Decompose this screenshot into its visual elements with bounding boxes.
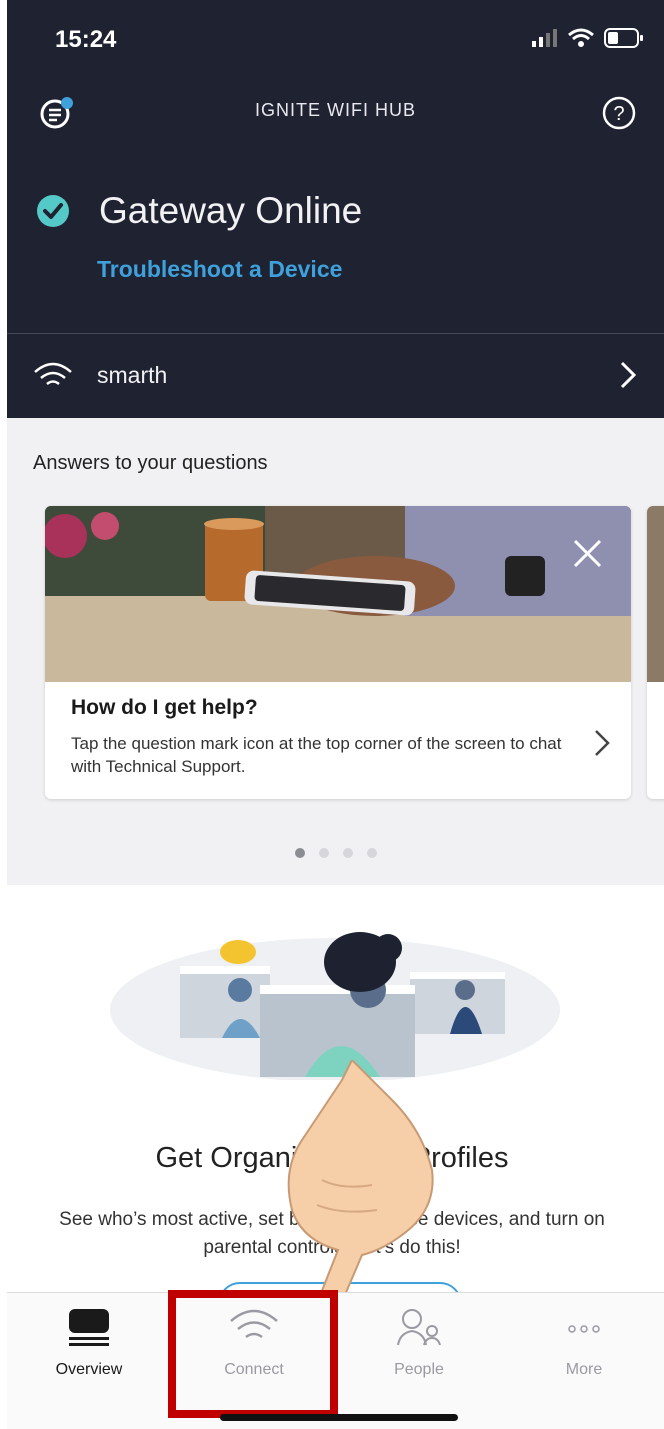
tab-overview[interactable]: Overview: [7, 1293, 171, 1403]
tab-label: More: [565, 1361, 603, 1378]
network-name: smarth: [97, 362, 168, 388]
tab-label: Overview: [55, 1361, 123, 1378]
home-indicator: [220, 1414, 458, 1421]
network-row[interactable]: smarth: [7, 334, 664, 418]
people-icon: [397, 1309, 441, 1346]
card-photo-image: [45, 506, 631, 682]
router-icon: [69, 1309, 109, 1346]
status-time: 15:24: [55, 26, 117, 53]
battery-icon: [604, 28, 643, 48]
gateway-status: Gateway Online: [35, 190, 362, 232]
wifi-icon: [34, 362, 72, 386]
cellular-signal-icon: [532, 29, 557, 47]
svg-text:?: ?: [613, 103, 624, 125]
card-body: Tap the question mark icon at the top co…: [71, 734, 562, 776]
top-header-section: 15:24 IGNITE WIFI HUB ? Gateway Online T…: [7, 0, 664, 418]
profiles-illustration: [110, 932, 560, 1080]
wifi-status-icon: [568, 28, 594, 47]
troubleshoot-link[interactable]: Troubleshoot a Device: [97, 256, 342, 283]
help-card[interactable]: How do I get help? Tap the question mark…: [45, 506, 631, 799]
tab-label: People: [394, 1361, 444, 1378]
carousel-dot[interactable]: [318, 848, 329, 858]
card-title: How do I get help?: [71, 696, 258, 719]
app-title: IGNITE WIFI HUB: [255, 100, 416, 120]
carousel-dot[interactable]: [294, 848, 305, 858]
highlight-box: [168, 1290, 338, 1418]
gateway-status-text: Gateway Online: [99, 190, 363, 231]
chevron-right-icon: [595, 730, 610, 756]
answers-section: Answers to your questions How do I get h…: [7, 418, 664, 885]
help-question-icon[interactable]: ?: [602, 96, 636, 135]
carousel-dot[interactable]: [342, 848, 353, 858]
tab-more[interactable]: More: [502, 1293, 664, 1403]
more-icon: [568, 1325, 600, 1333]
chevron-right-icon: [620, 361, 637, 389]
carousel-dots: [7, 848, 664, 858]
check-circle-icon: [37, 195, 69, 227]
carousel-dot[interactable]: [366, 848, 377, 858]
next-card-peek[interactable]: [647, 506, 664, 799]
tab-people[interactable]: People: [337, 1293, 501, 1403]
status-icons: [532, 28, 644, 48]
answers-section-title: Answers to your questions: [33, 452, 268, 474]
